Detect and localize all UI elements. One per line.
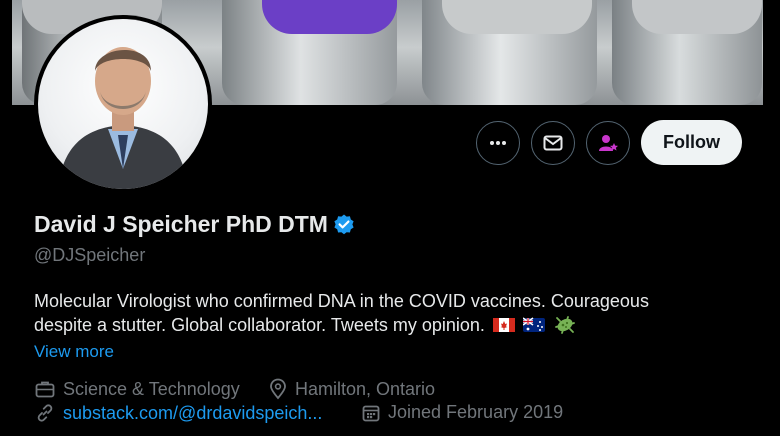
- vial-cap: [262, 0, 397, 34]
- avatar-photo: [38, 19, 208, 189]
- profile-location: Hamilton, Ontario: [268, 378, 435, 400]
- person-portrait-icon: [58, 47, 188, 189]
- briefcase-icon: [35, 381, 55, 398]
- envelope-icon: [543, 135, 563, 151]
- link-icon: [37, 404, 53, 422]
- message-button[interactable]: [531, 121, 575, 165]
- follow-button[interactable]: Follow: [641, 120, 742, 165]
- view-more-link[interactable]: View more: [34, 342, 114, 362]
- verified-badge-icon[interactable]: [332, 213, 356, 237]
- joined-text: Joined February 2019: [388, 402, 564, 422]
- bio-line: Molecular Virologist who confirmed DNA i…: [34, 291, 649, 311]
- profile-name: David J Speicher PhD DTM: [34, 211, 328, 237]
- more-options-icon: [490, 141, 506, 145]
- location-text: Hamilton, Ontario: [295, 378, 436, 399]
- bio-text: despite a stutter. Global collaborator. …: [34, 315, 485, 335]
- website-link[interactable]: substack.com/@drdavidspeich...: [63, 403, 322, 424]
- person-star-icon: [599, 135, 618, 151]
- vial-cap: [632, 0, 762, 34]
- australia-flag-icon: [522, 317, 545, 332]
- profile-category: Science & Technology: [34, 378, 240, 400]
- more-options-button[interactable]: [476, 121, 520, 165]
- vial-cap: [442, 0, 592, 34]
- profile-joined: Joined February 2019: [361, 402, 563, 423]
- profile-website[interactable]: substack.com/@drdavidspeich...: [34, 402, 322, 424]
- category-text: Science & Technology: [63, 378, 240, 399]
- microbe-icon: [555, 316, 575, 334]
- profile-name-row: David J Speicher PhD DTM: [34, 211, 356, 238]
- location-pin-icon: [270, 378, 286, 400]
- bio-line: despite a stutter. Global collaborator. …: [34, 313, 734, 337]
- subscribe-button[interactable]: [586, 121, 630, 165]
- profile-avatar[interactable]: [34, 15, 212, 193]
- canada-flag-icon: [492, 318, 515, 332]
- profile-bio: Molecular Virologist who confirmed DNA i…: [34, 289, 734, 337]
- profile-handle: @DJSpeicher: [34, 245, 146, 265]
- calendar-icon: [362, 405, 380, 421]
